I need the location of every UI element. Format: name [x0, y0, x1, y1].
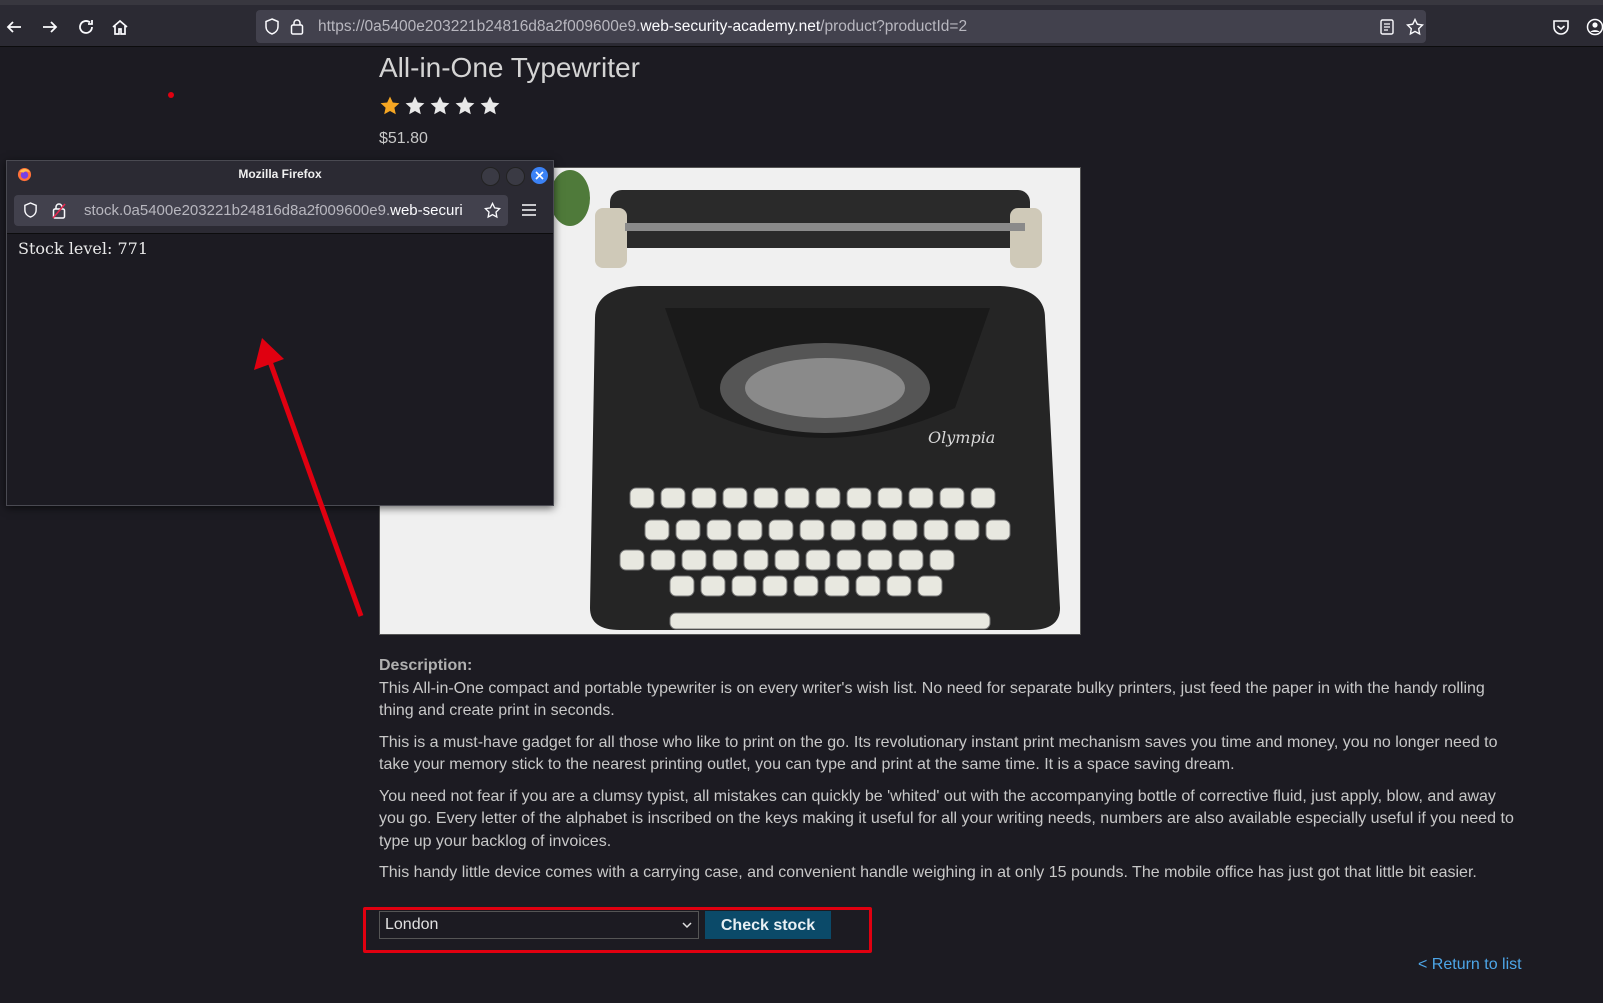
popup-url-text[interactable]: stock.0a5400e203221b24816d8a2f009600e9.w… — [84, 195, 474, 226]
home-button[interactable] — [108, 15, 132, 39]
insecure-lock-icon — [52, 203, 66, 219]
return-to-list-link[interactable]: < Return to list — [1418, 956, 1522, 974]
bookmark-star-icon[interactable] — [484, 202, 501, 219]
close-icon — [535, 171, 544, 180]
annotation-highlight-box — [363, 907, 872, 953]
account-button[interactable] — [1583, 15, 1603, 39]
popup-window-title: Mozilla Firefox — [238, 167, 322, 181]
description-paragraph: This All-in-One compact and portable typ… — [379, 679, 1485, 720]
star-empty-icon — [480, 96, 500, 115]
description-paragraph: This is a must-have gadget for all those… — [379, 733, 1498, 774]
pocket-button[interactable] — [1549, 15, 1573, 39]
popup-window: Mozilla Firefox stock.0a5400e203221b2481… — [6, 160, 554, 506]
arrow-right-icon — [43, 21, 58, 33]
url-path: /product?productId=2 — [820, 18, 968, 35]
url-bar[interactable]: https://0a5400e203221b24816d8a2f009600e9… — [256, 10, 1426, 43]
hamburger-menu-icon[interactable] — [522, 204, 536, 216]
account-icon — [1586, 18, 1603, 36]
back-button[interactable] — [2, 15, 26, 39]
maximize-button[interactable] — [506, 167, 525, 186]
popup-navbar: stock.0a5400e203221b24816d8a2f009600e9.w… — [7, 189, 553, 234]
url-domain: web-security-academy.net — [640, 18, 821, 35]
description: Description: This All-in-One compact and… — [379, 655, 1519, 894]
annotation-dot — [168, 92, 174, 98]
description-paragraph: You need not fear if you are a clumsy ty… — [379, 787, 1514, 850]
reload-icon — [79, 20, 93, 34]
popup-titlebar: Mozilla Firefox — [7, 161, 553, 189]
bookmark-star-icon[interactable] — [1406, 18, 1424, 36]
svg-text:Olympia: Olympia — [928, 428, 995, 447]
forward-button[interactable] — [38, 15, 62, 39]
shield-icon — [24, 202, 37, 218]
browser-toolbar: https://0a5400e203221b24816d8a2f009600e9… — [0, 0, 1603, 47]
star-filled-icon — [380, 96, 400, 115]
star-empty-icon — [455, 96, 475, 115]
product-title: All-in-One Typewriter — [379, 52, 640, 83]
reader-view-icon[interactable] — [1380, 19, 1394, 35]
star-empty-icon — [405, 96, 425, 115]
url-prefix: https://0a5400e203221b24816d8a2f009600e9… — [318, 18, 641, 35]
reload-button[interactable] — [74, 15, 98, 39]
minimize-button[interactable] — [481, 167, 500, 186]
arrow-left-icon — [6, 21, 21, 33]
stock-level-text: Stock level: 771 — [18, 239, 148, 258]
lock-icon — [290, 19, 304, 35]
close-button[interactable] — [531, 167, 548, 184]
shield-icon — [265, 18, 279, 35]
url-text[interactable]: https://0a5400e203221b24816d8a2f009600e9… — [318, 10, 967, 43]
popup-url-prefix: stock.0a5400e203221b24816d8a2f009600e9. — [84, 202, 391, 219]
description-label: Description: — [379, 657, 473, 674]
pocket-icon — [1553, 19, 1569, 35]
description-paragraph: This handy little device comes with a ca… — [379, 864, 1477, 881]
star-empty-icon — [430, 96, 450, 115]
product-price: $51.80 — [379, 130, 428, 147]
home-icon — [112, 19, 128, 35]
popup-url-domain: web-securi — [390, 202, 463, 219]
rating-stars — [379, 95, 501, 117]
popup-url-bar[interactable]: stock.0a5400e203221b24816d8a2f009600e9.w… — [14, 195, 508, 226]
